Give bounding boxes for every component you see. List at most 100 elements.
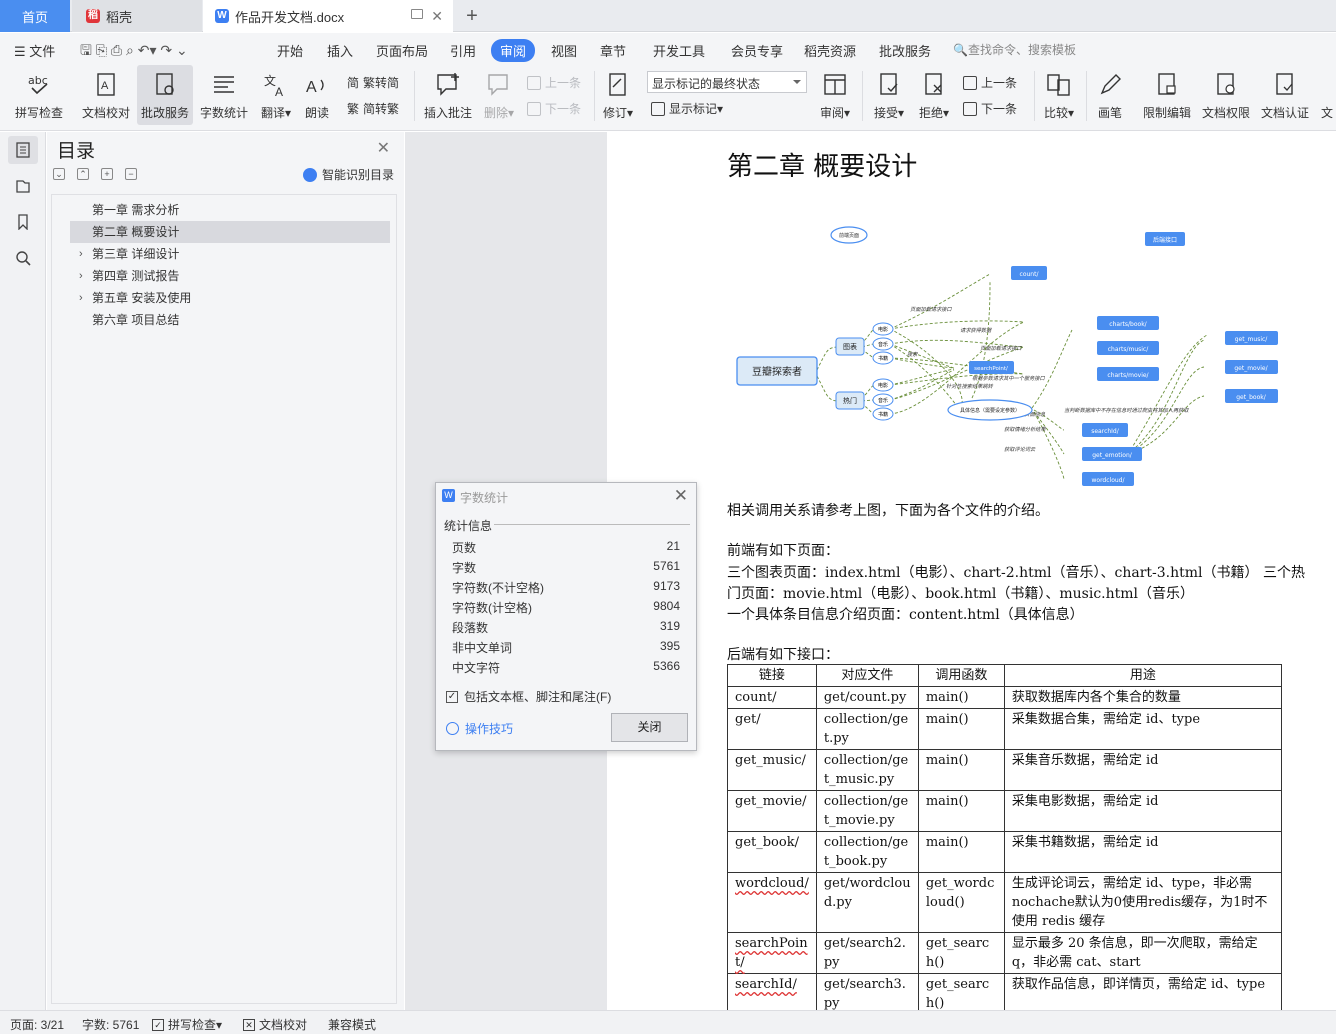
include-textbox-label: 包括文本框、脚注和尾注(F) [464, 690, 612, 704]
menu-insert[interactable]: 插入 [327, 41, 353, 60]
correction-service-button[interactable]: 批改服务 [137, 65, 193, 125]
dialog-titlebar[interactable]: W 字数统计 [436, 483, 696, 509]
page-indicator[interactable]: 页面: 3/21 [10, 1016, 64, 1033]
node-wordcloud-label: wordcloud/ [1091, 477, 1125, 484]
tips-link[interactable]: 操作技巧 [446, 720, 513, 737]
tips-label: 操作技巧 [465, 722, 514, 736]
next-comment-label: 下一条 [545, 102, 582, 116]
close-tab-icon[interactable]: ✕ [431, 8, 443, 25]
more-toolbar-button[interactable]: 文 [1318, 65, 1336, 125]
word-count-button[interactable]: 字数统计 [198, 65, 250, 125]
menu-references[interactable]: 引用 [450, 41, 476, 60]
doc-certify-button[interactable]: 文档认证 [1258, 65, 1312, 125]
track-changes-button[interactable]: 修订▾ [600, 65, 636, 125]
window-mode-icon[interactable] [411, 9, 423, 19]
compare-button[interactable]: 比较▾ [1040, 65, 1078, 125]
restrict-edit-button[interactable]: 限制编辑 [1140, 65, 1194, 125]
delete-comment-icon [486, 72, 512, 98]
node-charts-movie-label: charts/movie/ [1107, 372, 1149, 379]
doc-permission-button[interactable]: 文档权限 [1200, 65, 1252, 125]
trad-to-simp-button[interactable]: 简繁转简 [347, 74, 399, 91]
stat-label: 字符数(不计空格) [452, 581, 544, 595]
status-spell-check[interactable]: ✓ 拼写检查 ▾ [152, 1016, 222, 1033]
chapter-nav-button[interactable] [8, 172, 38, 200]
menu-correction[interactable]: 批改服务 [879, 41, 931, 60]
status-spell-label: 拼写检查 [168, 1018, 217, 1032]
pen-button[interactable]: 画笔 [1092, 65, 1128, 125]
quick-access-icons[interactable]: 🖫 ⎘ ⎙ ⌕ ↶▾ ↷ ⌄ [80, 40, 188, 64]
review-pane-button[interactable]: 审阅▾ [816, 65, 854, 125]
find-nav-button[interactable] [8, 244, 38, 272]
prev-comment-button[interactable]: 上一条 [527, 74, 581, 91]
word-count-indicator[interactable]: 字数: 5761 [82, 1016, 139, 1033]
menu-section[interactable]: 章节 [600, 41, 626, 60]
menu-review[interactable]: 审阅 [491, 39, 536, 62]
outline-nav-button[interactable] [8, 136, 38, 164]
node-detail-label: 具体信息（需要设定参数） [960, 407, 1020, 414]
spell-check-button[interactable]: abc 拼写检查 [8, 65, 70, 125]
simp-to-trad-button[interactable]: 繁简转繁 [347, 100, 399, 117]
menu-start[interactable]: 开始 [277, 41, 303, 60]
insert-comment-button[interactable]: 插入批注 [420, 65, 476, 125]
wps-writer-window: 首页 稻稻壳 W 作品开发文档.docx ✕ + ☰ 文件 🖫 ⎘ ⎙ ⌕ ↶▾ ↷… [0, 0, 1336, 1034]
accept-button[interactable]: 接受▾ [870, 65, 908, 125]
doc-proofread-button[interactable]: A 文档校对 [78, 65, 134, 125]
status-proofread[interactable]: ✕ 文档校对 [243, 1016, 307, 1033]
prev-change-button[interactable]: 上一条 [963, 74, 1017, 91]
reject-button[interactable]: 拒绝▾ [915, 65, 953, 125]
tab-home[interactable]: 首页 [0, 0, 70, 32]
table-cell: get_search() [917, 932, 1005, 974]
menu-page-layout[interactable]: 页面布局 [376, 41, 428, 60]
next-comment-button[interactable]: 下一条 [527, 100, 581, 117]
tab-document[interactable]: W 作品开发文档.docx ✕ [203, 0, 453, 32]
table-cell: collection/get_music.py [815, 749, 919, 791]
menu-view[interactable]: 视图 [551, 41, 577, 60]
toc-item[interactable]: › 第五章 安装及使用 [70, 287, 390, 309]
remove-heading-icon[interactable]: − [125, 168, 137, 180]
table-cell: wordcloud/ [727, 872, 817, 933]
show-markup-button[interactable]: 显示标记 ▾ [651, 100, 723, 117]
delete-comment-button[interactable]: 删除▾ [480, 65, 518, 125]
chevron-right-icon[interactable]: › [79, 287, 83, 309]
toc-item[interactable]: › 第四章 测试报告 [70, 265, 390, 287]
new-tab-button[interactable]: + [460, 0, 484, 32]
word-count-label: 字数统计 [199, 106, 248, 120]
expand-all-icon[interactable]: ⌄ [53, 168, 65, 180]
chevron-right-icon[interactable]: › [79, 243, 83, 265]
next-change-button[interactable]: 下一条 [963, 100, 1017, 117]
menu-daoke-resources[interactable]: 稻壳资源 [804, 41, 856, 60]
toc-item[interactable]: › 第三章 详细设计 [70, 243, 390, 265]
tab-daoke[interactable]: 稻稻壳 [72, 0, 202, 32]
dialog-close-icon[interactable]: ✕ [674, 486, 688, 506]
toc-item[interactable]: 第一章 需求分析 [70, 199, 390, 221]
menu-developer[interactable]: 开发工具 [653, 41, 705, 60]
toc-item-selected[interactable]: 第二章 概要设计 [70, 221, 390, 243]
review-pane-icon [822, 72, 848, 98]
read-aloud-button[interactable]: A 朗读 [300, 65, 334, 125]
chevron-right-icon[interactable]: › [79, 265, 83, 287]
section-divider [494, 524, 690, 525]
dialog-close-button[interactable]: 关闭 [611, 713, 688, 742]
edge-note: 获取评论词云 [1004, 446, 1036, 453]
include-textbox-checkbox[interactable]: ✓ 包括文本框、脚注和尾注(F) [446, 688, 611, 705]
file-menu[interactable]: ☰ 文件 [14, 41, 55, 60]
stat-value: 395 [659, 639, 680, 653]
markup-state-select[interactable]: 显示标记的最终状态 [647, 71, 807, 93]
command-search[interactable]: 🔍查找命令、搜索模板 [953, 41, 1076, 58]
close-outline-icon[interactable]: ✕ [377, 138, 390, 158]
status-bar: 页面: 3/21 字数: 5761 ✓ 拼写检查 ▾ ✕ 文档校对 兼容模式 [0, 1010, 1336, 1034]
add-heading-icon[interactable]: + [101, 168, 113, 180]
translate-button[interactable]: 文 A 翻译▾ [256, 65, 296, 125]
show-markup-label: 显示标记 [669, 102, 718, 116]
collapse-all-icon[interactable]: ⌃ [77, 168, 89, 180]
menu-member[interactable]: 会员专享 [731, 41, 783, 60]
table-cell: main() [917, 686, 1005, 709]
smart-toc-button[interactable]: 智能识别目录 [302, 166, 394, 183]
next-change-icon [963, 101, 977, 116]
bookmark-nav-button[interactable] [8, 208, 38, 236]
table-cell: get_wordcloud() [917, 872, 1005, 933]
compare-label: 比较▾ [1043, 106, 1075, 120]
toc-item[interactable]: 第六章 项目总结 [70, 309, 390, 331]
stat-row: 页数 21 [452, 539, 680, 559]
document-page[interactable]: 第二章 概要设计 页面加载请求接口 请求获得数据 页面加载请求接口 根据参数请求… [607, 132, 1336, 1010]
